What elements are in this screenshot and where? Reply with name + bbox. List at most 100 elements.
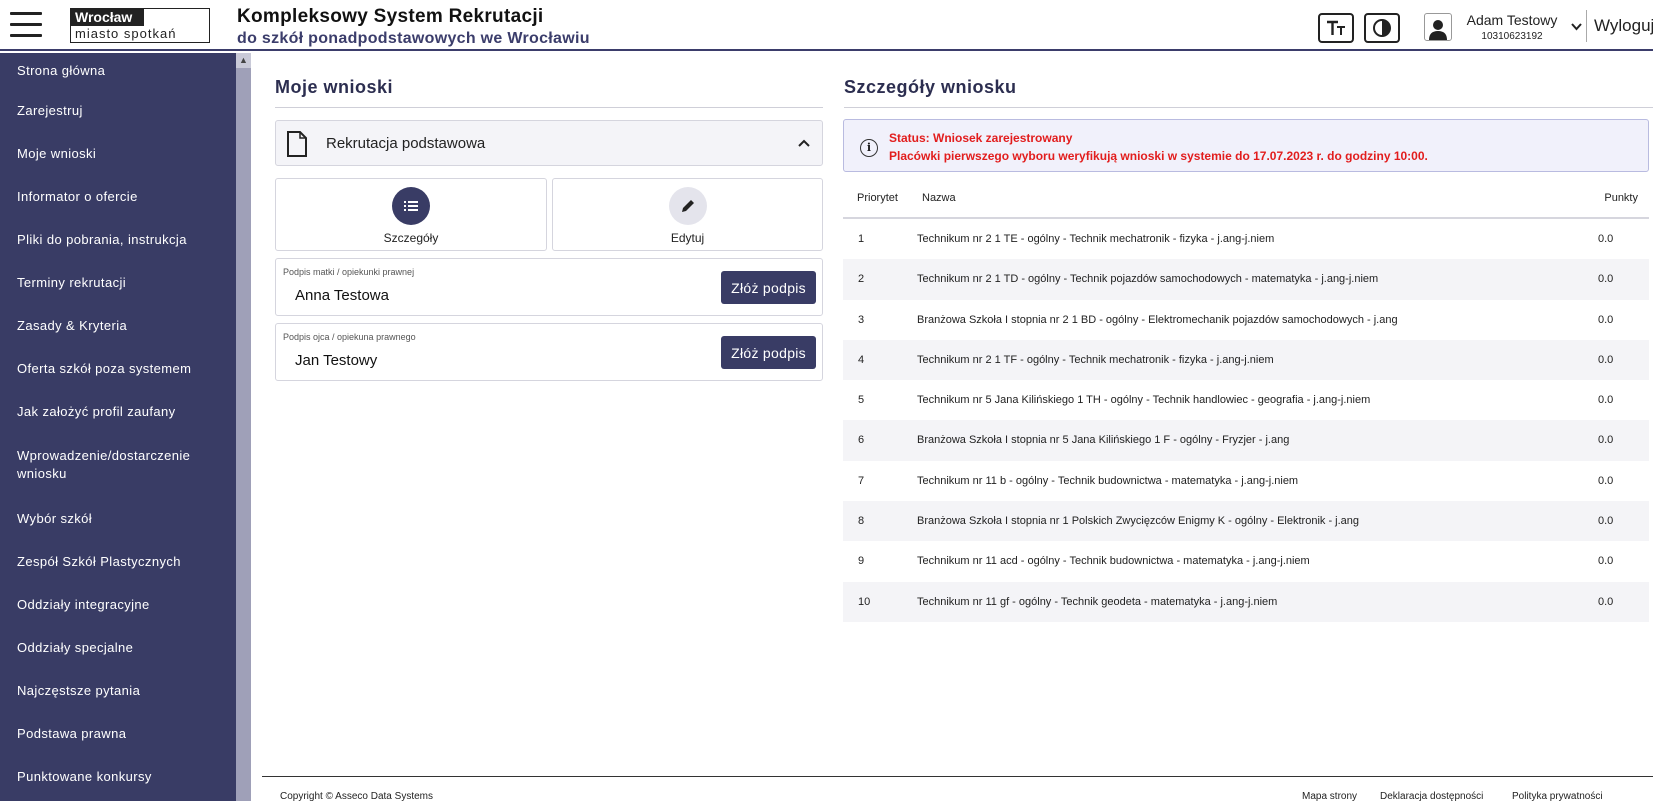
chevron-up-icon[interactable] — [798, 134, 810, 150]
copyright: Copyright © Asseco Data Systems — [280, 791, 433, 802]
table-row: 9 Technikum nr 11 acd - ogólny - Technik … — [843, 541, 1649, 581]
sidebar-item[interactable]: Wprowadzenie/dostarczenie wniosku — [0, 433, 236, 497]
priority-cell: 2 — [858, 273, 865, 286]
sidebar-item[interactable]: Oddziały specjalne — [0, 626, 236, 669]
sidebar-item[interactable]: Podstawa prawna — [0, 712, 236, 755]
application-details-title: Szczegóły wniosku — [844, 77, 1017, 97]
points-cell: 0.0 — [1598, 394, 1614, 407]
priority-cell: 10 — [858, 595, 871, 608]
father-signature-caption: Podpis ojca / opiekuna prawnego — [283, 332, 416, 342]
priority-cell: 6 — [858, 434, 865, 447]
table-row: 7 Technikum nr 11 b - ogólny - Technik bu… — [843, 461, 1649, 501]
column-header-name[interactable]: Nazwa — [922, 192, 956, 204]
list-icon — [392, 187, 430, 225]
sidebar-item-label: Jak założyć profil zaufany — [17, 403, 176, 419]
scroll-up-icon[interactable]: ▲ — [236, 53, 251, 68]
sidebar-item[interactable]: Zarejestruj — [0, 89, 236, 132]
name-cell: Technikum nr 5 Jana Kilińskiego 1 TH - o… — [917, 394, 1371, 407]
sidebar-item-label: Oddziały integracyjne — [17, 596, 150, 612]
status-deadline-text: Placówki pierwszego wyboru weryfikują wn… — [889, 149, 1428, 163]
father-name: Jan Testowy — [295, 352, 378, 369]
logout-button[interactable]: Wyloguj — [1594, 16, 1653, 36]
father-sign-button[interactable]: Złóż podpis — [721, 336, 816, 369]
footer-divider — [262, 776, 1653, 777]
sidebar-item-label: Oddziały specjalne — [17, 639, 134, 655]
sidebar-scrollbar[interactable]: ▲ — [236, 53, 251, 801]
sidebar-item[interactable]: Zespół Szkół Plastycznych — [0, 540, 236, 583]
recruitment-accordion[interactable]: Rekrutacja podstawowa — [275, 120, 823, 166]
edit-label: Edytuj — [670, 231, 705, 245]
sidebar-item[interactable]: Najczęstsze pytania — [0, 669, 236, 712]
sidebar-item[interactable]: Punktowane konkursy — [0, 755, 236, 798]
logo-top-text: Wrocław — [71, 9, 144, 26]
hamburger-menu-icon[interactable] — [10, 12, 42, 40]
sidebar-item[interactable]: Zasady & Kryteria — [0, 304, 236, 347]
name-cell: Technikum nr 11 acd - ogólny - Technik b… — [917, 555, 1310, 568]
accessibility-link[interactable]: Deklaracja dostępności — [1380, 791, 1483, 802]
user-avatar-icon[interactable] — [1424, 13, 1452, 41]
sidebar-item[interactable]: Moje wnioski — [0, 132, 236, 175]
priority-cell: 4 — [858, 353, 865, 366]
wroclaw-logo[interactable]: Wrocław miasto spotkań — [70, 8, 210, 43]
nav-list: Strona główna Zarejestruj Moje wnioski Info… — [0, 53, 236, 798]
points-cell: 0.0 — [1598, 595, 1614, 608]
font-size-button[interactable] — [1318, 13, 1354, 43]
sidebar-item-label: Informator o ofercie — [17, 188, 138, 204]
points-cell: 0.0 — [1598, 434, 1614, 447]
info-icon: i — [860, 139, 878, 157]
user-menu-chevron-down-icon[interactable] — [1571, 20, 1582, 34]
mother-signature-card: Podpis matki / opiekunki prawnej Anna Te… — [275, 258, 823, 316]
user-name[interactable]: Adam Testowy — [1462, 12, 1562, 28]
sitemap-link[interactable]: Mapa strony — [1302, 791, 1357, 802]
choices-table: Priorytet Nazwa Punkty 1 Technikum nr 2 1… — [843, 178, 1649, 622]
sidebar-item-label: Najczęstsze pytania — [17, 682, 141, 698]
my-applications-title: Moje wnioski — [275, 77, 394, 97]
sidebar-item[interactable]: Terminy rekrutacji — [0, 261, 236, 304]
details-label: Szczegóły — [383, 231, 439, 245]
priority-cell: 1 — [858, 233, 865, 245]
sidebar-item-label: Oferta szkół poza systemem — [17, 360, 192, 376]
status-alert: i Status: Wniosek zarejestrowany Placówk… — [843, 119, 1649, 172]
sidebar-item-label: Podstawa prawna — [17, 725, 127, 741]
sidebar-item[interactable]: Oferta szkół poza systemem — [0, 347, 236, 390]
details-divider — [844, 107, 1653, 108]
contrast-icon — [1373, 19, 1391, 37]
user-id: 10310623192 — [1481, 31, 1543, 42]
app-subtitle: do szkół ponadpodstawowych we Wrocławiu — [237, 30, 590, 47]
sidebar-item[interactable]: Informator o ofercie — [0, 175, 236, 218]
points-cell: 0.0 — [1598, 555, 1614, 568]
accordion-label: Rekrutacja podstawowa — [326, 135, 486, 152]
priority-cell: 8 — [858, 515, 865, 528]
sidebar-item[interactable]: Strona główna — [0, 53, 236, 89]
top-header: Wrocław miasto spotkań Kompleksowy Syste… — [0, 0, 1653, 51]
edit-button[interactable]: Edytuj — [552, 178, 823, 251]
points-cell: 0.0 — [1598, 353, 1614, 366]
sidebar-item[interactable]: Oddziały integracyjne — [0, 583, 236, 626]
points-cell: 0.0 — [1598, 233, 1614, 245]
sidebar-item-label: Zarejestruj — [17, 102, 83, 118]
sidebar-item-label: Pliki do pobrania, instrukcja — [17, 231, 187, 247]
priority-cell: 9 — [858, 555, 865, 568]
sidebar-item-label: Terminy rekrutacji — [17, 274, 127, 290]
sidebar-item[interactable]: Jak założyć profil zaufany — [0, 390, 236, 433]
name-cell: Technikum nr 11 gf - ogólny - Technik ge… — [917, 595, 1278, 608]
mother-sign-button[interactable]: Złóż podpis — [721, 271, 816, 304]
name-cell: Technikum nr 2 1 TF - ogólny - Technik m… — [917, 353, 1274, 366]
name-cell: Technikum nr 2 1 TE - ogólny - Technik m… — [917, 233, 1275, 245]
title-divider — [275, 107, 823, 108]
name-cell: Branżowa Szkoła I stopnia nr 2 1 BD - og… — [917, 313, 1398, 326]
table-row: 5 Technikum nr 5 Jana Kilińskiego 1 TH - … — [843, 380, 1649, 420]
contrast-button[interactable] — [1364, 13, 1400, 43]
font-size-icon — [1327, 20, 1345, 35]
details-button[interactable]: Szczegóły — [275, 178, 547, 251]
points-cell: 0.0 — [1598, 474, 1614, 487]
table-row: 2 Technikum nr 2 1 TD - ogólny - Technik … — [843, 259, 1649, 300]
status-text: Status: Wniosek zarejestrowany — [889, 131, 1073, 145]
column-header-points[interactable]: Punkty — [1604, 192, 1638, 204]
name-cell: Technikum nr 2 1 TD - ogólny - Technik p… — [917, 273, 1379, 286]
sidebar-item[interactable]: Pliki do pobrania, instrukcja — [0, 218, 236, 261]
sidebar-item[interactable]: Wybór szkół — [0, 497, 236, 540]
name-cell: Technikum nr 11 b - ogólny - Technik bud… — [917, 474, 1299, 487]
column-header-priority[interactable]: Priorytet — [857, 192, 898, 204]
privacy-link[interactable]: Polityka prywatności — [1512, 791, 1603, 802]
